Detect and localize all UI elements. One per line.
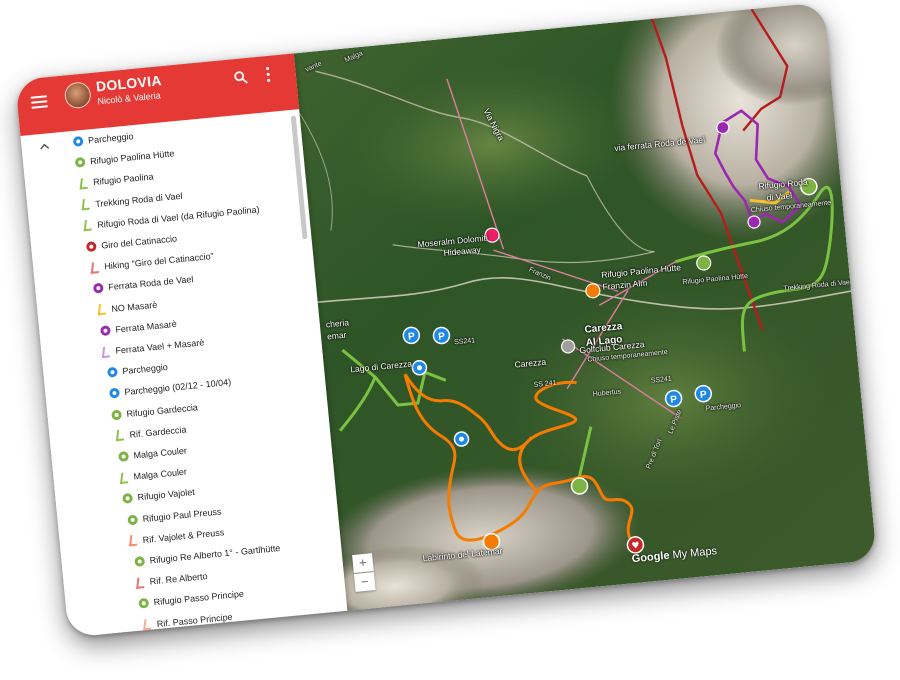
line-icon <box>136 576 146 589</box>
layer-item-label: Parcheggio <box>121 362 169 377</box>
line-icon <box>97 303 108 316</box>
layer-item-label: Malga Couler <box>133 445 188 461</box>
golf-marker[interactable] <box>560 339 576 354</box>
layer-item[interactable]: Parcheggio <box>145 631 207 637</box>
svg-text:P: P <box>700 389 708 401</box>
layer-item-label: Rifugio Gardeccia <box>126 401 199 419</box>
hut-icon <box>138 598 150 610</box>
search-icon[interactable] <box>233 70 248 85</box>
layer-item-label: Malga Couler <box>133 466 188 482</box>
layer-item[interactable]: NO Masarè <box>97 295 158 319</box>
layer-item[interactable]: Malga Couler <box>120 463 188 487</box>
hut-marker[interactable] <box>570 477 589 495</box>
layer-item-label: Rif. Gardeccia <box>129 424 187 440</box>
place-label: emar <box>326 329 347 342</box>
hut-icon <box>127 514 139 525</box>
chevron-up-icon[interactable] <box>39 141 50 152</box>
hut-icon <box>118 451 130 462</box>
parking-icon <box>109 388 120 399</box>
hut-marker[interactable] <box>696 255 712 271</box>
parking-marker[interactable]: P <box>694 384 712 403</box>
layer-item-label: Hiking "Giro del Catinaccio" <box>103 251 215 272</box>
hut-icon <box>122 493 134 505</box>
line-icon <box>115 429 126 442</box>
svg-text:♥: ♥ <box>631 541 640 552</box>
parking-icon <box>107 366 118 378</box>
layer-item-label: Giro del Catinaccio <box>100 233 178 251</box>
layer-item-label: Rifugio Paul Preuss <box>142 506 222 524</box>
layer-item-label: Rif. Re Alberto <box>149 571 208 587</box>
layer-item[interactable]: Rif. Re Alberto <box>136 567 208 592</box>
line-icon <box>143 618 153 631</box>
zoom-out-button[interactable]: − <box>353 572 376 592</box>
line-icon <box>81 198 91 211</box>
layer-item-label: Rif. Passo Principe <box>156 611 233 629</box>
layer-item-label: Rifugio Paolina Hütte <box>89 148 175 167</box>
parking-marker[interactable]: P <box>664 389 683 408</box>
layer-item-label: NO Masarè <box>110 299 158 314</box>
layer-item[interactable]: Rif. Gardeccia <box>115 420 187 445</box>
layer-item-label: Parcheggio <box>160 635 206 637</box>
more-vert-icon[interactable] <box>265 66 272 83</box>
layer-item[interactable]: Parcheggio <box>107 358 169 382</box>
layer-item-label: Rifugio Vajolet <box>137 487 196 503</box>
bus-stop-marker[interactable] <box>453 431 470 447</box>
ferrata-marker[interactable] <box>716 120 730 135</box>
layer-item-label: Rifugio Paolina <box>92 171 154 188</box>
hiking-icon <box>85 241 97 253</box>
svg-text:P: P <box>670 394 678 406</box>
parking-marker[interactable]: P <box>402 326 421 345</box>
layer-item-label: Ferrata Masarè <box>114 318 178 335</box>
line-icon <box>90 261 100 274</box>
zoom-in-button[interactable]: + <box>352 553 374 573</box>
hut-icon <box>134 556 146 567</box>
layer-item[interactable]: Parcheggio <box>72 127 134 151</box>
svg-text:P: P <box>438 331 446 343</box>
hut-icon <box>74 157 86 168</box>
svg-text:P: P <box>408 331 416 343</box>
parking-icon <box>72 135 84 147</box>
hut-icon <box>111 409 123 421</box>
favorite-marker[interactable]: ♥ <box>626 536 645 554</box>
ferrata-icon <box>99 325 111 336</box>
restaurant-marker[interactable] <box>585 283 601 299</box>
menu-icon[interactable] <box>30 95 48 109</box>
layer-item-label: Ferrata Vael + Masarè <box>114 337 205 356</box>
layer-item-label: Rif. Vajolet & Preuss <box>142 527 225 545</box>
parking-marker[interactable]: P <box>432 326 451 345</box>
layer-list: Parcheggio Rifugio Paolina Hütte Rifugio P… <box>20 109 347 638</box>
ferrata-icon <box>92 283 104 295</box>
bus-stop-marker[interactable] <box>411 360 428 376</box>
line-icon <box>83 219 93 232</box>
line-icon <box>129 534 139 547</box>
layer-item-label: Ferrata Roda de Vael <box>107 274 194 293</box>
layer-item-label: Parcheggio (02/12 - 10/04) <box>123 377 232 398</box>
line-icon <box>120 471 130 484</box>
layer-item[interactable]: Malga Couler <box>118 441 188 465</box>
layer-item-label: Rifugio Passo Principe <box>153 589 245 608</box>
layers-panel: DOLOVIA Nicolò & Valeria Parcheggio Rifug… <box>15 53 348 638</box>
layer-item-label: Trekking Roda di Vael <box>94 190 183 209</box>
ferrata-marker[interactable] <box>747 215 761 229</box>
line-icon <box>79 177 89 190</box>
avatar[interactable] <box>63 81 92 110</box>
tablet-screen: P P P P ♥ Via Nigra Moseralm Dolomiti Hi… <box>15 2 877 638</box>
line-icon <box>101 345 112 358</box>
layer-item-label: Parcheggio <box>87 131 134 146</box>
